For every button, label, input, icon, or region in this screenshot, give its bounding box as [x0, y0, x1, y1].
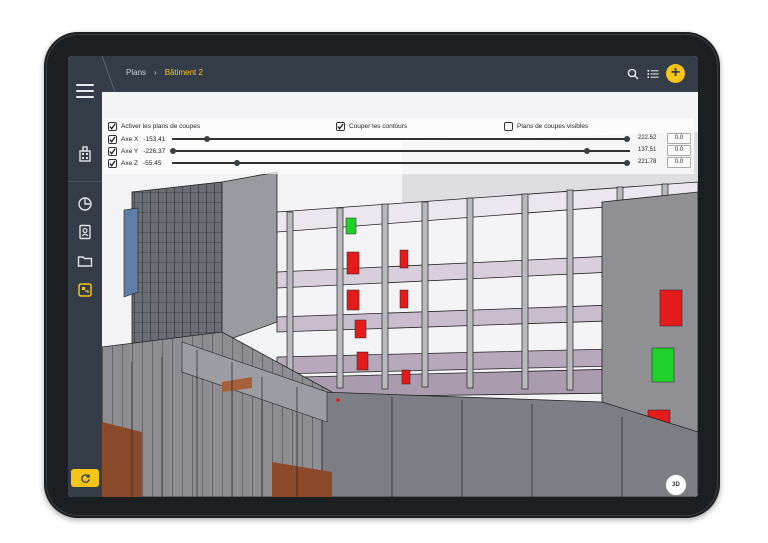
axis-x-checkbox[interactable] — [108, 134, 117, 144]
view-3d-toggle[interactable]: 3D — [665, 474, 687, 496]
axis-x-end: 222.52 — [638, 135, 657, 141]
breadcrumb-current: Bâtiment 2 — [164, 68, 203, 77]
axis-y-max-knob[interactable] — [584, 148, 590, 154]
breadcrumb: Plans › Bâtiment 2 — [126, 68, 203, 77]
add-button[interactable]: + — [666, 64, 685, 83]
refresh-icon — [80, 473, 90, 483]
axis-z-slider[interactable] — [172, 162, 630, 164]
pie-chart-icon[interactable] — [77, 196, 93, 212]
axis-z-min-knob[interactable] — [234, 160, 240, 166]
axis-z-row: Axe Z -55.45 — [108, 158, 161, 168]
model-icon[interactable] — [77, 282, 93, 298]
axis-x-row: Axe X -153.41 — [108, 134, 165, 144]
axis-y-end: 137.51 — [638, 147, 657, 153]
axis-z-label: Axe Z — [121, 159, 138, 167]
axis-y-slider[interactable] — [172, 150, 630, 152]
building-icon[interactable] — [77, 146, 93, 162]
cut-contours-checkbox[interactable] — [336, 121, 345, 131]
top-bar: Plans › Bâtiment 2 + — [102, 56, 698, 92]
contacts-icon[interactable] — [77, 224, 93, 240]
axis-x-max-knob[interactable] — [624, 136, 630, 142]
axis-z-max-knob[interactable] — [624, 160, 630, 166]
axis-y-checkbox[interactable] — [108, 146, 117, 156]
app-screen: Plans › Bâtiment 2 + Activer les plans d… — [68, 56, 698, 497]
breadcrumb-root[interactable]: Plans — [126, 68, 146, 77]
axis-y-offset-input[interactable]: 0.0 — [667, 145, 691, 156]
list-icon[interactable] — [647, 68, 659, 80]
visible-planes-row[interactable]: Plans de coupes visibles — [504, 121, 588, 131]
sidebar — [68, 56, 102, 497]
folder-icon[interactable] — [77, 253, 93, 269]
plus-icon: + — [670, 64, 681, 81]
cut-contours-row[interactable]: Couper les contours — [336, 121, 407, 131]
visible-planes-checkbox[interactable] — [504, 121, 513, 131]
axis-x-offset-input[interactable]: 0.0 — [667, 133, 691, 144]
activate-clipping-checkbox[interactable] — [108, 121, 117, 131]
view-3d-label: 3D — [672, 482, 680, 488]
hamburger-icon[interactable] — [76, 84, 94, 98]
axis-z-end: 221.78 — [638, 159, 657, 165]
axis-y-start: -226.37 — [143, 147, 166, 155]
breadcrumb-separator: › — [154, 68, 157, 77]
activate-clipping-row[interactable]: Activer les plans de coupes — [108, 121, 200, 131]
axis-z-start: -55.45 — [142, 159, 162, 167]
activate-clipping-label: Activer les plans de coupes — [121, 122, 201, 130]
refresh-button[interactable] — [71, 469, 99, 487]
axis-y-min-knob[interactable] — [170, 148, 176, 154]
axis-z-offset-input[interactable]: 0.0 — [667, 157, 691, 168]
axis-x-start: -153.41 — [143, 135, 166, 143]
axis-z-checkbox[interactable] — [108, 158, 117, 168]
axis-x-slider[interactable] — [172, 138, 630, 140]
clipping-panel: Activer les plans de coupes Couper les c… — [104, 118, 694, 174]
visible-planes-label: Plans de coupes visibles — [517, 122, 589, 130]
cut-contours-label: Couper les contours — [349, 122, 408, 130]
search-icon[interactable] — [627, 68, 639, 80]
header-divider — [102, 56, 116, 92]
axis-x-label: Axe X — [121, 135, 139, 143]
axis-x-min-knob[interactable] — [204, 136, 210, 142]
axis-y-label: Axe Y — [121, 147, 139, 155]
3d-viewport[interactable]: Activer les plans de coupes Couper les c… — [102, 92, 698, 497]
axis-y-row: Axe Y -226.37 — [108, 146, 165, 156]
